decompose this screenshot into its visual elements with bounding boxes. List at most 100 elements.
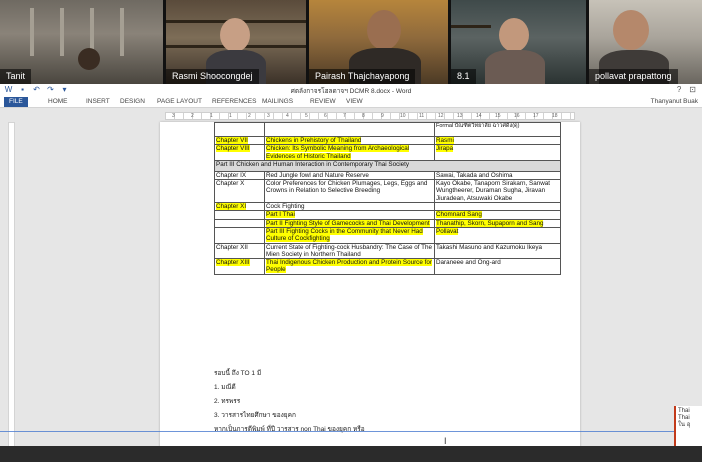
ruler-number: 3: [267, 113, 270, 119]
table-cell[interactable]: Red Jungle fowl and Nature Reserve: [264, 170, 435, 181]
table-cell[interactable]: Daraneee and Ong-ard: [434, 258, 561, 275]
drag-guide-line: [0, 431, 702, 432]
signed-in-user[interactable]: Thanyanut Buak: [651, 97, 698, 107]
table-cell[interactable]: Pollavat: [434, 226, 561, 244]
body-line[interactable]: รอบนี้ ถึง TO 1 มี: [214, 368, 261, 378]
table-cell[interactable]: Color Preferences for Chicken Plumages, …: [264, 179, 435, 204]
video-call-strip: Tanit Rasmi Shoocongdej Pairash Thajchay…: [0, 0, 702, 84]
table-cell[interactable]: Chapter XIII: [214, 258, 265, 275]
table-cell[interactable]: Chomnard Sang: [434, 210, 561, 220]
table-cell[interactable]: Chapter VIII: [214, 144, 265, 161]
ruler-number: 5: [305, 113, 308, 119]
table-cell[interactable]: Kayo Okabe, Tanaporn Sirakarn, Sanwat Wu…: [434, 179, 561, 204]
table-cell[interactable]: Chapter IX: [214, 170, 265, 181]
vertical-ruler[interactable]: [8, 122, 15, 452]
table-cell[interactable]: [214, 122, 265, 137]
table-cell[interactable]: Rasmi: [434, 135, 561, 146]
document-page[interactable]: Formal บัณฑิตวิทยาลัย ฉาวศดิง(ดุ) Chapte…: [160, 122, 580, 462]
participant-tile[interactable]: Tanit: [0, 0, 163, 84]
cell-text: Part III Fighting Cocks in the Community…: [266, 227, 423, 243]
table-cell[interactable]: Chapter X: [214, 179, 265, 204]
table-cell[interactable]: Chapter VII: [214, 135, 265, 146]
ruler-number: 9: [381, 113, 384, 119]
participant-tile[interactable]: pollavat prapattong: [589, 0, 702, 84]
table-cell[interactable]: Part II Fighting Style of Gamecocks and …: [264, 218, 435, 228]
table-cell[interactable]: Formal บัณฑิตวิทยาลัย ฉาวศดิง(ดุ): [434, 122, 561, 137]
ribbon-display-button[interactable]: ⊡: [689, 85, 696, 94]
body-line[interactable]: 2. ทรพรร: [214, 396, 240, 406]
ruler-number: 2: [248, 113, 251, 119]
table-cell[interactable]: [214, 226, 265, 244]
table-row: Chapter XIII Thai Indigenous Chicken Prod…: [214, 258, 561, 275]
ruler-number: 1: [210, 113, 213, 119]
tab-mailings[interactable]: MAILINGS: [262, 97, 293, 107]
cell-text: Rasmi: [436, 137, 454, 144]
cell-text: Kayo Okabe, Tanaporn Sirakarn, Sanwat Wu…: [436, 180, 550, 202]
cell-text: Thai Indigenous Chicken Production and P…: [266, 259, 432, 274]
table-row: Formal บัณฑิตวิทยาลัย ฉาวศดิง(ดุ): [214, 122, 561, 137]
ruler-number: 12: [438, 113, 444, 119]
cell-text: Chomnard Sang: [436, 211, 482, 219]
tab-home[interactable]: HOME: [48, 97, 68, 107]
tab-review[interactable]: REVIEW: [310, 97, 336, 107]
body-line[interactable]: 1. มณีดี: [214, 382, 236, 392]
table-cell[interactable]: [434, 202, 561, 212]
table-row: Chapter VIII Chicken: Its Symbolic Meanin…: [214, 144, 561, 161]
table-cell[interactable]: Takashi Masuno and Kazumoku Ikeya: [434, 242, 561, 260]
ruler-number: 10: [400, 113, 406, 119]
table-cell[interactable]: Chapter XII: [214, 242, 265, 260]
table-row: Part I Thai Chomnard Sang: [214, 210, 561, 220]
tab-page-layout[interactable]: PAGE LAYOUT: [157, 97, 202, 107]
tab-design[interactable]: DESIGN: [120, 97, 145, 107]
horizontal-ruler[interactable]: 3 2 1 1 2 3 4 5 6 7 8 9 10 11 12 13 14 15 16 17 18: [165, 112, 575, 120]
ruler-number: 8: [362, 113, 365, 119]
tab-view[interactable]: VIEW: [346, 97, 363, 107]
tab-insert[interactable]: INSERT: [86, 97, 110, 107]
table-row: Chapter XII Current State of Fighting-coc…: [214, 242, 561, 260]
participant-tile[interactable]: Pairash Thajchayapong: [309, 0, 448, 84]
table-cell[interactable]: Thai Indigenous Chicken Production and P…: [264, 258, 435, 275]
participant-video: [220, 18, 250, 52]
cell-text: Chapter XI: [216, 203, 247, 211]
participant-name: 8.1: [451, 69, 476, 84]
cell-text: Chapter VIII: [216, 145, 250, 153]
cell-text: Chapter XIII: [216, 259, 250, 267]
participant-name: Rasmi Shoocongdej: [166, 69, 259, 84]
body-line[interactable]: 3. วารสารไทยศึกษา ของยุคก: [214, 410, 296, 420]
tab-file[interactable]: FILE: [4, 97, 28, 107]
participant-tile[interactable]: 8.1: [451, 0, 586, 84]
table-cell[interactable]: Current State of Fighting-cock Husbandry…: [264, 242, 435, 260]
table-cell[interactable]: Sawai, Takada and Oshima: [434, 170, 561, 181]
tab-references[interactable]: REFERENCES: [212, 97, 256, 107]
table-row: Chapter XI Cock Fighting: [214, 202, 561, 212]
window-blind: [60, 8, 64, 56]
ribbon-tabs: FILE HOME INSERT DESIGN PAGE LAYOUT REFE…: [0, 96, 702, 108]
table-cell[interactable]: Chicken: Its Symbolic Meaning from Archa…: [264, 144, 435, 161]
body-line[interactable]: หากเป็นการตีพิมพ์ ที่ปี วารสาร non Thai …: [214, 424, 365, 434]
i-beam-cursor-icon: I: [444, 436, 447, 446]
table-row: Chapter VII Chickens in Prehistory of Tha…: [214, 135, 561, 146]
notification-popup[interactable]: Thai Thai ใน อุ: [674, 406, 702, 450]
table-cell[interactable]: Chapter XI: [214, 202, 265, 212]
table-cell[interactable]: Part I Thai: [264, 210, 435, 220]
table-cell[interactable]: [214, 218, 265, 228]
participant-video: [613, 10, 649, 50]
ruler-number: 15: [495, 113, 501, 119]
table-cell[interactable]: Thanathip, Skorn, Supaporn and Sang: [434, 218, 561, 228]
table-cell[interactable]: Chickens in Prehistory of Thailand: [264, 135, 435, 146]
table-cell[interactable]: Cock Fighting: [264, 202, 435, 212]
notification-line: Thai: [678, 415, 690, 421]
participant-tile[interactable]: Rasmi Shoocongdej: [166, 0, 306, 84]
part-heading-row: Part III Chicken and Human Interaction i…: [214, 159, 561, 172]
help-button[interactable]: ?: [677, 85, 681, 94]
table-cell[interactable]: [264, 122, 435, 137]
part-heading-cell[interactable]: Part III Chicken and Human Interaction i…: [214, 159, 561, 172]
table-cell[interactable]: [214, 210, 265, 220]
window-blind: [120, 8, 124, 56]
table-row: Chapter X Color Preferences for Chicken P…: [214, 179, 561, 204]
cell-text: Daraneee and Ong-ard: [436, 259, 501, 267]
table-cell[interactable]: Jirapa: [434, 144, 561, 161]
ruler-number: 17: [533, 113, 539, 119]
table-cell[interactable]: Part III Fighting Cocks in the Community…: [264, 226, 435, 244]
ruler-numbers: 3 2 1 1 2 3 4 5 6 7 8 9 10 11 12 13 14 15 16 17 18: [166, 112, 574, 120]
